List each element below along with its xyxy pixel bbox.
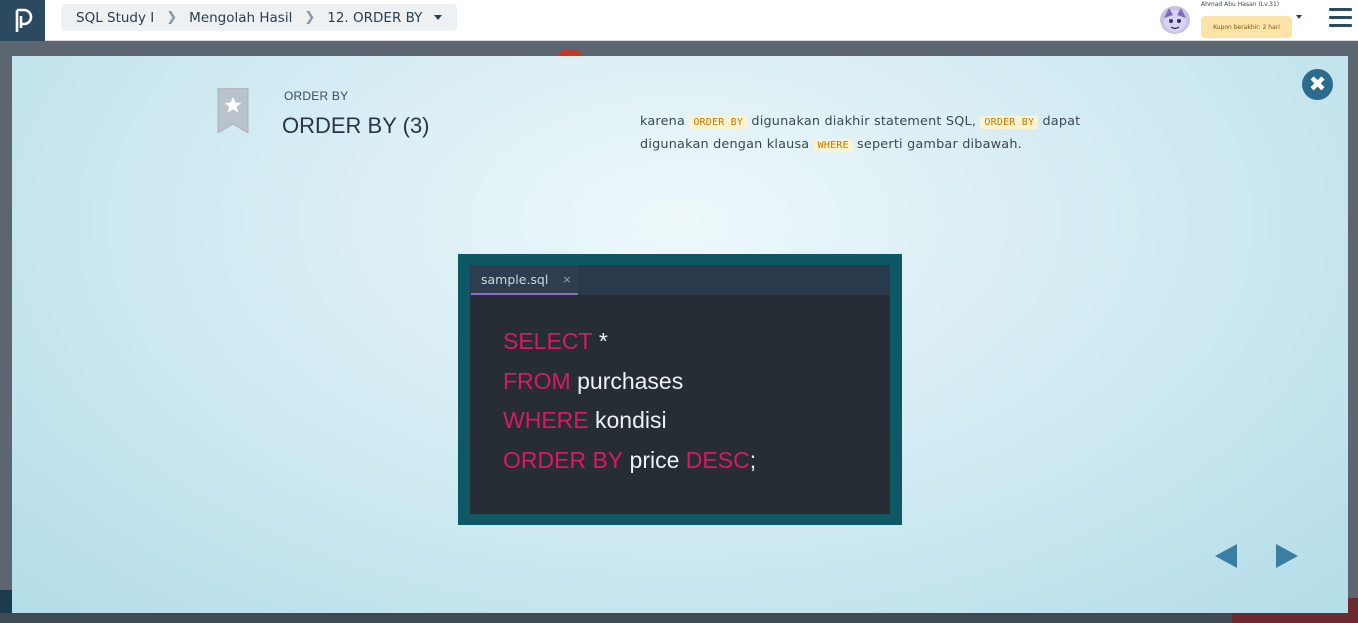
chevron-right-icon: ❯ (304, 10, 316, 25)
hamburger-menu-icon[interactable] (1329, 8, 1352, 28)
caret-down-icon[interactable] (434, 15, 443, 20)
code-line: WHERE kondisi (503, 407, 667, 433)
breadcrumb: SQL Study I ❯ Mengolah Hasil ❯ 12. ORDER… (61, 4, 457, 31)
code-line: FROM purchases (503, 368, 684, 394)
prev-arrow-icon[interactable] (1215, 544, 1237, 568)
lesson-title: ORDER BY (3) (282, 113, 430, 138)
code-line: SELECT * (503, 328, 608, 354)
breadcrumb-course[interactable]: SQL Study I (76, 10, 154, 26)
coupon-badge: Kupon berakhir: 2 hari (1201, 16, 1292, 38)
top-bar: SQL Study I ❯ Mengolah Hasil ❯ 12. ORDER… (0, 0, 1358, 41)
editor-tab-label: sample.sql (481, 271, 549, 287)
bookmark-star-icon (217, 88, 249, 133)
avatar[interactable] (1160, 6, 1190, 34)
chevron-right-icon: ❯ (166, 10, 178, 25)
code-line: ORDER BY price DESC; (503, 447, 757, 473)
breadcrumb-lesson[interactable]: 12. ORDER BY (327, 10, 422, 26)
close-icon[interactable]: ✖ (1302, 69, 1333, 100)
editor-body: SELECT * FROM purchases WHERE kondisi OR… (470, 295, 890, 514)
lesson-description: karena ORDER BY digunakan diakhir statem… (640, 114, 1081, 152)
progate-logo-icon[interactable] (0, 0, 45, 41)
close-tab-icon: × (562, 272, 572, 286)
slide-modal: ORDER BY ORDER BY (3) karena ORDER BY di… (12, 56, 1348, 613)
inline-keyword: ORDER BY (689, 116, 748, 129)
background-footer (0, 613, 1358, 623)
editor-tab: sample.sql × (471, 265, 578, 295)
code-editor-image: sample.sql × SELECT * FROM purchases WHE… (458, 254, 902, 525)
inline-keyword: WHERE (813, 138, 853, 152)
lesson-kicker: ORDER BY (284, 89, 349, 103)
breadcrumb-chapter[interactable]: Mengolah Hasil (189, 10, 292, 26)
inline-keyword: ORDER BY (980, 116, 1039, 129)
editor-tab-bar: sample.sql × (470, 265, 890, 295)
user-name: Ahmad Abu Hasan (Lv.31) (1201, 1, 1280, 8)
caret-down-icon[interactable] (1296, 15, 1302, 19)
next-arrow-icon[interactable] (1276, 544, 1298, 568)
